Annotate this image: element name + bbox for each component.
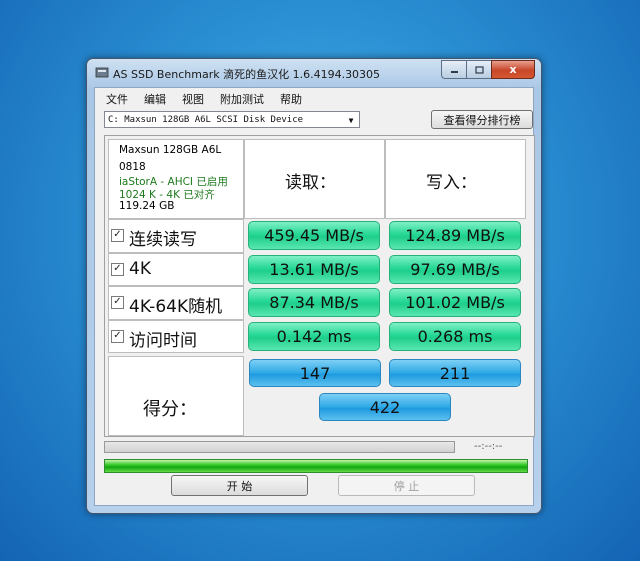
- 4k-read-value: 13.61 MB/s: [248, 255, 380, 284]
- as-ssd-window: AS SSD Benchmark 滴死的鱼汉化 1.6.4194.30305 x…: [86, 58, 542, 514]
- overall-progress-bar: [104, 459, 528, 473]
- menu-view[interactable]: 视图: [182, 88, 204, 108]
- drive-capacity: 119.24 GB: [119, 200, 175, 212]
- menu-help[interactable]: 帮助: [280, 88, 302, 108]
- access-time-checkbox[interactable]: ✓: [111, 330, 124, 343]
- results-panel: Maxsun 128GB A6L 0818 iaStorA - AHCI 已启用…: [104, 135, 535, 437]
- write-score: 211: [389, 359, 521, 387]
- menu-edit[interactable]: 编辑: [144, 88, 166, 108]
- access-time-label: 访问时间: [129, 331, 197, 351]
- window-title: AS SSD Benchmark 滴死的鱼汉化 1.6.4194.30305: [113, 68, 381, 81]
- 4k-64k-checkbox[interactable]: ✓: [111, 296, 124, 309]
- write-header: 写入：: [426, 173, 477, 193]
- 4k-label: 4K: [129, 259, 151, 279]
- minimize-icon: [450, 70, 458, 73]
- test-progress-bar: [104, 441, 455, 453]
- drive-firmware: 0818: [119, 161, 146, 173]
- menu-bar: 文件 编辑 视图 附加测试 帮助: [95, 88, 307, 108]
- access-write-value: 0.268 ms: [389, 322, 521, 351]
- seq-write-value: 124.89 MB/s: [389, 221, 521, 250]
- menu-file[interactable]: 文件: [106, 88, 128, 108]
- maximize-button[interactable]: [466, 60, 491, 79]
- seq-checkbox[interactable]: ✓: [111, 229, 124, 242]
- dropdown-arrow-icon[interactable]: ▼: [345, 112, 357, 127]
- start-button[interactable]: 开 始: [171, 475, 308, 496]
- read-header-cell: 读取：: [244, 139, 385, 219]
- write-header-cell: 写入：: [385, 139, 526, 219]
- total-score: 422: [319, 393, 451, 421]
- maximize-icon: [474, 65, 484, 74]
- drive-select-value: C: Maxsun 128GB A6L SCSI Disk Device: [108, 115, 304, 125]
- seq-read-value: 459.45 MB/s: [248, 221, 380, 250]
- 4k-64k-write-value: 101.02 MB/s: [389, 288, 521, 317]
- drive-select[interactable]: C: Maxsun 128GB A6L SCSI Disk Device ▼: [104, 111, 360, 128]
- access-read-value: 0.142 ms: [248, 322, 380, 351]
- title-bar[interactable]: AS SSD Benchmark 滴死的鱼汉化 1.6.4194.30305 x: [87, 59, 541, 86]
- drive-model: Maxsun 128GB A6L: [119, 144, 222, 156]
- caption-buttons: x: [441, 60, 535, 79]
- elapsed-time: --:--:--: [474, 441, 503, 452]
- stop-button[interactable]: 停 止: [338, 475, 475, 496]
- read-score: 147: [249, 359, 381, 387]
- app-icon: [95, 67, 109, 78]
- 4k-64k-label: 4K-64K随机: [129, 297, 223, 317]
- score-label: 得分：: [143, 399, 197, 420]
- 4k-64k-read-value: 87.34 MB/s: [248, 288, 380, 317]
- close-button[interactable]: x: [491, 60, 535, 79]
- 4k-write-value: 97.69 MB/s: [389, 255, 521, 284]
- ranking-button[interactable]: 查看得分排行榜: [431, 110, 533, 129]
- menu-extra-tests[interactable]: 附加测试: [220, 88, 264, 108]
- close-icon: x: [509, 63, 517, 76]
- 4k-checkbox[interactable]: ✓: [111, 263, 124, 276]
- seq-label: 连续读写: [129, 230, 197, 250]
- score-label-cell: 得分：: [108, 356, 244, 436]
- minimize-button[interactable]: [441, 60, 466, 79]
- drive-info-cell: Maxsun 128GB A6L 0818 iaStorA - AHCI 已启用…: [108, 139, 244, 219]
- read-header: 读取：: [285, 173, 336, 193]
- client-area: 文件 编辑 视图 附加测试 帮助 C: Maxsun 128GB A6L SCS…: [94, 87, 535, 506]
